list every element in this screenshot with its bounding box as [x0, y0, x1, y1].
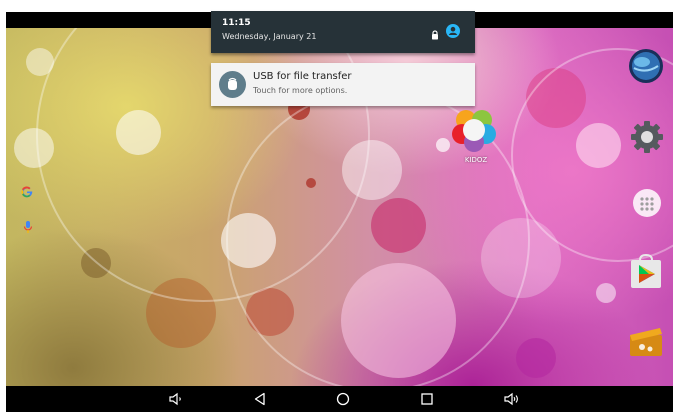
- wallpaper-bubble: [516, 338, 556, 378]
- kidoz-icon[interactable]: [450, 106, 498, 152]
- usb-icon: [219, 71, 246, 98]
- android-screen: KIDOZ 11:15 Wednesday, January 21 USB fo…: [0, 0, 673, 412]
- microphone-icon[interactable]: [23, 219, 33, 233]
- usb-notification[interactable]: USB for file transfer Touch for more opt…: [211, 63, 475, 106]
- clapperboard-icon[interactable]: [628, 326, 664, 358]
- volume-up-icon[interactable]: [502, 390, 520, 408]
- date-label: Wednesday, January 21: [222, 32, 317, 41]
- back-icon[interactable]: [251, 390, 269, 408]
- kidoz-label: KIDOZ: [464, 156, 488, 164]
- app-drawer-icon[interactable]: [632, 188, 662, 218]
- wallpaper-bubble: [596, 283, 616, 303]
- clock-time: 11:15: [222, 18, 251, 28]
- browser-globe-icon[interactable]: [628, 48, 664, 84]
- notification-subtitle: Touch for more options.: [253, 86, 348, 95]
- play-store-icon[interactable]: [628, 253, 664, 290]
- lock-icon: [431, 25, 439, 40]
- recents-icon[interactable]: [418, 390, 436, 408]
- account-circle-icon[interactable]: [446, 23, 460, 38]
- settings-gear-icon[interactable]: [630, 120, 664, 154]
- volume-down-icon[interactable]: [166, 390, 184, 408]
- notification-shade-header[interactable]: 11:15 Wednesday, January 21: [211, 11, 475, 53]
- navigation-bar: [6, 386, 673, 412]
- home-icon[interactable]: [334, 390, 352, 408]
- google-g-icon[interactable]: [20, 184, 34, 198]
- notification-title: USB for file transfer: [253, 71, 352, 82]
